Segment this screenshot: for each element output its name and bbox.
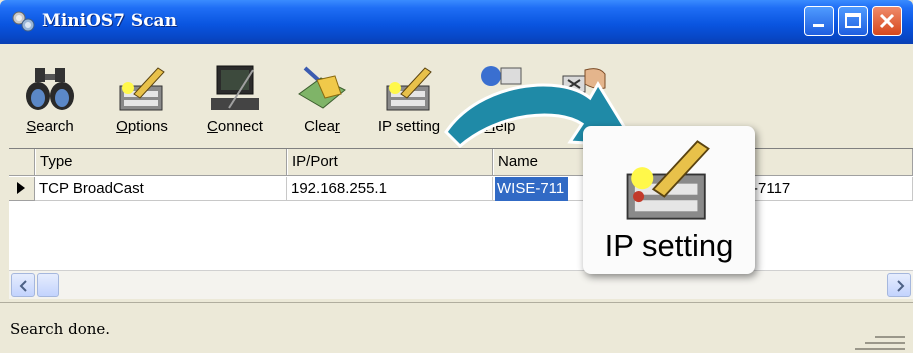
- scroll-right-button[interactable]: [887, 273, 911, 297]
- options-label: Options: [116, 118, 168, 135]
- ip-setting-zoom-icon: [626, 140, 710, 220]
- options-button[interactable]: Options: [106, 44, 178, 146]
- title-bar[interactable]: MiniOS7 Scan: [0, 0, 913, 44]
- close-icon: [879, 13, 895, 29]
- cell-extra: -7117: [749, 177, 913, 201]
- cell-ip-port: 192.168.255.1: [287, 177, 493, 201]
- clear-label: Clear: [304, 118, 340, 135]
- maximize-icon: [845, 13, 861, 28]
- app-window: MiniOS7 Scan Search Options Connect Clea…: [0, 0, 913, 353]
- status-bar: Search done.: [0, 302, 913, 353]
- binoculars-icon: [26, 68, 74, 110]
- chevron-left-icon: [19, 280, 27, 292]
- minimize-icon: [813, 24, 824, 27]
- clear-button[interactable]: Clear: [292, 44, 352, 146]
- app-icon: [12, 11, 35, 32]
- options-pen-icon: [119, 67, 165, 111]
- ip-setting-icon: [386, 67, 432, 111]
- search-label: Search: [26, 118, 74, 135]
- scroll-thumb[interactable]: [37, 273, 59, 297]
- window-title: MiniOS7 Scan: [42, 11, 177, 31]
- connect-button[interactable]: Connect: [195, 44, 275, 146]
- row-indicator-header: [9, 149, 35, 175]
- column-header-type[interactable]: Type: [35, 149, 287, 175]
- resize-grip-icon[interactable]: [847, 329, 907, 351]
- cell-name-selected[interactable]: WISE-711: [495, 177, 569, 201]
- status-text: Search done.: [10, 320, 111, 338]
- ip-setting-callout: IP setting: [583, 126, 755, 274]
- minimize-button[interactable]: [804, 6, 834, 36]
- scroll-left-button[interactable]: [11, 273, 35, 297]
- callout-label: IP setting: [604, 228, 734, 263]
- chevron-right-icon: [897, 280, 905, 292]
- column-header-extra[interactable]: [749, 149, 913, 175]
- search-button[interactable]: Search: [18, 44, 82, 146]
- cell-type: TCP BroadCast: [35, 177, 287, 201]
- connect-label: Connect: [207, 118, 263, 135]
- horizontal-scrollbar[interactable]: [9, 270, 913, 299]
- computer-connect-icon: [211, 65, 259, 110]
- table-row[interactable]: TCP BroadCast 192.168.255.1 WISE-711 -71…: [9, 177, 913, 201]
- broom-clear-icon: [298, 66, 346, 109]
- maximize-button[interactable]: [838, 6, 868, 36]
- close-button[interactable]: [872, 6, 902, 36]
